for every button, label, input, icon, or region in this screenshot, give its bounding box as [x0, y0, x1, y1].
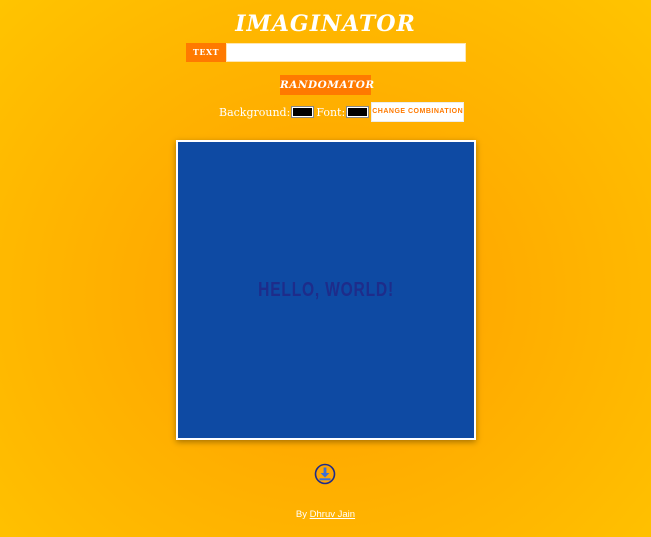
download-button[interactable] — [314, 463, 336, 485]
combination-row: Background: Font: CHANGE COMBINATION — [219, 102, 465, 122]
footer-by-text: By — [295, 509, 308, 520]
download-icon — [314, 463, 336, 485]
app-title: IMAGINATOR — [235, 11, 416, 37]
canvas-text: HELLO, WORLD! — [258, 278, 394, 301]
footer: By Dhruv Jain — [0, 509, 651, 520]
randomator-button[interactable]: RANDOMATOR — [280, 75, 374, 95]
font-color-label: Font: — [316, 105, 346, 119]
image-canvas: HELLO, WORLD! — [176, 140, 476, 440]
font-color-picker[interactable] — [346, 106, 370, 118]
text-field-label: TEXT — [186, 43, 226, 62]
background-color-picker[interactable] — [291, 106, 315, 118]
background-color-label: Background: — [219, 105, 291, 119]
author-link[interactable]: Dhruv Jain — [310, 509, 355, 520]
change-combination-button[interactable]: CHANGE COMBINATION — [371, 102, 465, 122]
text-input[interactable] — [226, 43, 466, 62]
